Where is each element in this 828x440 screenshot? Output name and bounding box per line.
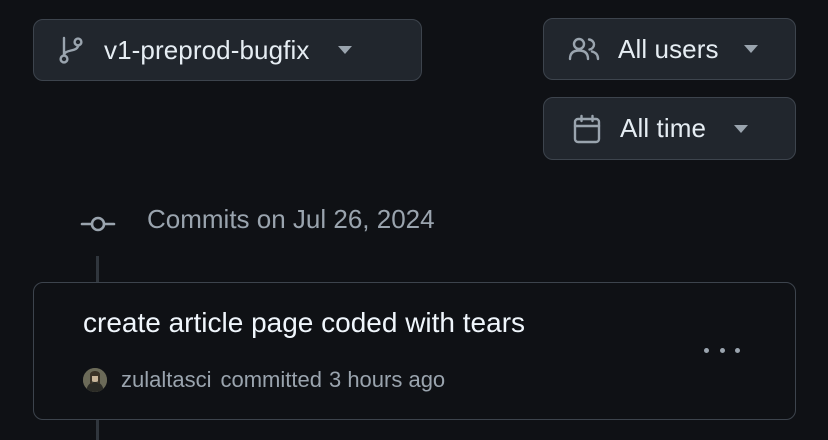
commit-list-item: create article page coded with tears zul… <box>33 282 796 420</box>
time-filter-label: All time <box>620 113 707 143</box>
kebab-horizontal-icon <box>719 347 725 353</box>
time-filter-button[interactable]: All time <box>543 97 796 160</box>
calendar-icon <box>573 114 601 143</box>
commit-author-link[interactable]: zulaltasci <box>121 367 211 393</box>
commit-time[interactable]: 3 hours ago <box>329 367 445 393</box>
kebab-horizontal-icon <box>704 347 709 353</box>
commit-action-text: committed <box>220 367 322 392</box>
commit-meta: zulaltasci committed 3 hours ago <box>83 367 445 393</box>
chevron-down-icon <box>734 124 749 133</box>
git-branch-icon <box>59 36 83 64</box>
branch-select-button[interactable]: v1-preprod-bugfix <box>33 19 422 81</box>
branch-select-label: v1-preprod-bugfix <box>104 34 310 65</box>
people-icon <box>568 37 600 61</box>
kebab-horizontal-icon <box>735 347 740 353</box>
timeline-line <box>96 420 99 440</box>
chevron-down-icon <box>743 45 758 53</box>
timeline-line <box>96 256 99 282</box>
git-commit-icon <box>80 216 116 232</box>
commits-group-heading: Commits on Jul 26, 2024 <box>147 204 435 234</box>
commit-title-link[interactable]: create article page coded with tears <box>83 307 525 339</box>
commits-page: v1-preprod-bugfix All users All time Com… <box>0 0 828 440</box>
users-filter-label: All users <box>618 33 719 64</box>
more-actions-button[interactable] <box>704 343 740 357</box>
chevron-down-icon <box>338 46 353 54</box>
users-filter-button[interactable]: All users <box>543 18 796 80</box>
avatar[interactable] <box>83 368 107 392</box>
